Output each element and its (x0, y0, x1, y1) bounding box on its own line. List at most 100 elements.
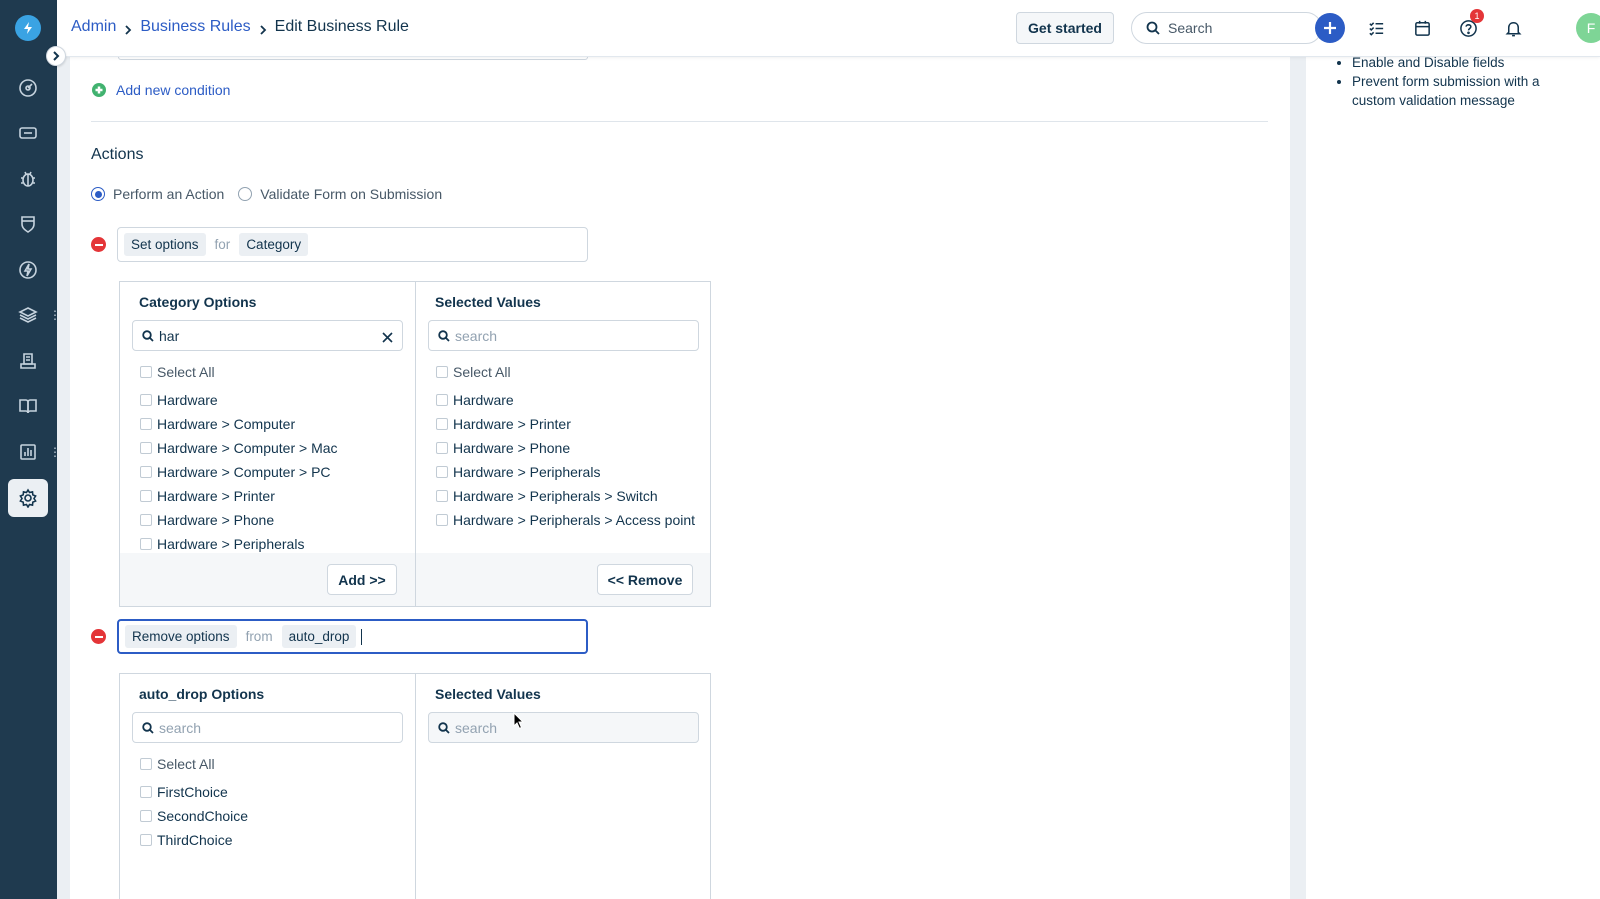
expand-sidebar-button[interactable] (46, 46, 66, 66)
app-logo-icon[interactable] (15, 15, 41, 41)
checkbox[interactable] (140, 418, 152, 430)
category-options-search-input[interactable]: har (132, 320, 403, 351)
option-item[interactable]: Hardware > Computer > PC (140, 464, 331, 480)
selected-values-title: Selected Values (435, 686, 541, 702)
option-item[interactable]: Hardware > Peripherals > Access point (436, 512, 695, 528)
action-field-chip[interactable]: Category (239, 233, 309, 256)
action-row-remove-options[interactable]: Remove options from auto_drop (117, 619, 588, 654)
assets-layers-icon[interactable] (14, 301, 42, 329)
option-label: Hardware > Phone (157, 512, 275, 528)
dashboard-icon[interactable] (14, 74, 42, 102)
breadcrumb-business-rules[interactable]: Business Rules (140, 18, 250, 36)
calendar-button[interactable] (1407, 13, 1437, 43)
option-label: Hardware > Computer > Mac (157, 440, 338, 456)
checkbox[interactable] (140, 394, 152, 406)
main-content: Add new condition Actions Perform an Act… (70, 57, 1290, 899)
option-label: SecondChoice (157, 808, 249, 824)
category-options-picker: Category Options har Select All Hardware… (119, 281, 711, 607)
checkbox[interactable] (140, 786, 152, 798)
radio-perform-action-label[interactable]: Perform an Action (113, 186, 224, 202)
auto-drop-options-search-input[interactable]: search (132, 712, 403, 743)
notifications-button[interactable] (1498, 13, 1528, 43)
option-item[interactable]: FirstChoice (140, 784, 228, 800)
option-item[interactable]: Select All (140, 756, 215, 772)
checkbox[interactable] (140, 834, 152, 846)
feature-bullet-list: Enable and Disable fields Prevent form s… (1336, 55, 1586, 110)
selected-values-search-input[interactable]: search (428, 320, 699, 351)
bullet-item: Prevent form submission with a custom va… (1352, 72, 1586, 110)
option-item[interactable]: Select All (436, 364, 511, 380)
admin-gear-icon[interactable] (8, 479, 48, 517)
action-field-chip[interactable]: auto_drop (281, 625, 357, 648)
reports-chart-icon[interactable] (14, 438, 42, 466)
option-item[interactable]: Hardware > Computer (140, 416, 295, 432)
user-avatar[interactable]: F (1576, 13, 1600, 43)
create-new-button[interactable] (1315, 13, 1345, 43)
help-button[interactable]: 1 (1453, 9, 1484, 43)
checkbox[interactable] (436, 442, 448, 454)
remove-button[interactable]: << Remove (597, 564, 693, 595)
global-search-input[interactable]: Search (1131, 12, 1322, 44)
add-new-condition-link[interactable]: Add new condition (92, 82, 230, 98)
action-row-set-options[interactable]: Set options for Category (117, 227, 588, 262)
radio-validate-form[interactable] (238, 187, 253, 201)
todo-list-button[interactable] (1361, 13, 1391, 43)
option-label: Select All (157, 756, 215, 772)
checkbox[interactable] (436, 514, 448, 526)
option-item[interactable]: Hardware > Phone (140, 512, 274, 528)
text-caret (361, 628, 363, 645)
checkbox[interactable] (140, 758, 152, 770)
option-item[interactable]: Hardware > Peripherals (436, 464, 600, 480)
checkbox[interactable] (436, 466, 448, 478)
search-icon (142, 721, 154, 734)
checkbox[interactable] (140, 366, 152, 378)
calendar-icon (1414, 20, 1430, 36)
problems-bug-icon[interactable] (14, 165, 42, 193)
add-new-condition-label: Add new condition (116, 82, 231, 98)
category-options-title: Category Options (139, 294, 257, 310)
option-label: Hardware > Printer (453, 416, 571, 432)
radio-perform-action[interactable] (91, 187, 105, 201)
option-item[interactable]: Hardware > Computer > Mac (140, 440, 338, 456)
option-item[interactable]: Hardware > Printer (436, 416, 571, 432)
option-item[interactable]: Hardware > Printer (140, 488, 275, 504)
option-item[interactable]: ThirdChoice (140, 832, 232, 848)
option-item[interactable]: Hardware (140, 392, 218, 408)
releases-bolt-icon[interactable] (14, 256, 42, 284)
remove-action-icon[interactable] (91, 629, 106, 644)
option-item[interactable]: Select All (140, 364, 215, 380)
changes-shield-icon[interactable] (14, 210, 42, 238)
checkbox[interactable] (436, 418, 448, 430)
tickets-icon[interactable] (14, 119, 42, 147)
auto-drop-selected-search-input[interactable]: search (428, 712, 699, 743)
action-verb-chip[interactable]: Remove options (125, 625, 237, 648)
checkbox[interactable] (436, 366, 448, 378)
remove-action-icon[interactable] (91, 237, 106, 252)
radio-validate-form-label[interactable]: Validate Form on Submission (260, 186, 442, 202)
checkbox[interactable] (140, 514, 152, 526)
assets-more-icon[interactable]: ⋮ (49, 309, 61, 321)
checkbox[interactable] (140, 442, 152, 454)
auto-drop-options-title: auto_drop Options (139, 686, 265, 702)
option-label: Hardware (157, 392, 218, 408)
option-item[interactable]: Hardware (436, 392, 514, 408)
checkbox[interactable] (436, 490, 448, 502)
solutions-icon[interactable] (14, 347, 42, 375)
option-item[interactable]: SecondChoice (140, 808, 248, 824)
get-started-button[interactable]: Get started (1016, 12, 1114, 44)
checkbox[interactable] (140, 466, 152, 478)
clear-search-icon[interactable] (382, 330, 393, 343)
option-item[interactable]: Hardware > Phone (436, 440, 570, 456)
knowledge-book-icon[interactable] (14, 392, 42, 420)
reports-more-icon[interactable]: ⋮ (49, 446, 61, 458)
breadcrumb-admin[interactable]: Admin (71, 18, 116, 36)
condition-field-partial[interactable] (118, 57, 588, 60)
checkbox[interactable] (436, 394, 448, 406)
checkbox[interactable] (140, 810, 152, 822)
option-item[interactable]: Hardware > Peripherals (140, 536, 304, 552)
action-verb-chip[interactable]: Set options (124, 233, 206, 256)
add-button[interactable]: Add >> (327, 564, 397, 595)
checkbox[interactable] (140, 490, 152, 502)
option-item[interactable]: Hardware > Peripherals > Switch (436, 488, 658, 504)
checkbox[interactable] (140, 538, 152, 550)
